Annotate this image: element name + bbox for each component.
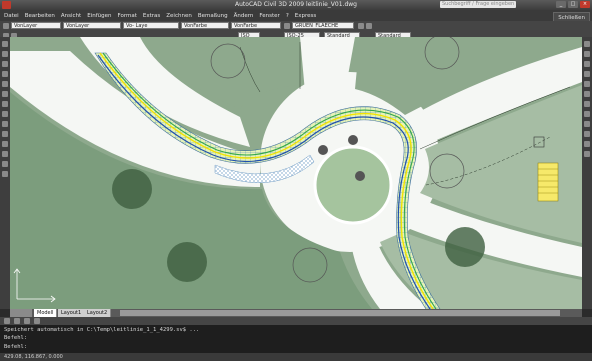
menu-extras[interactable]: Extras bbox=[143, 13, 160, 19]
command-history-line-1: Speichert automatisch in C:\Temp\leitlin… bbox=[4, 327, 200, 333]
status-bar: 429.08, 116.867, 0.000 bbox=[0, 353, 592, 361]
menu-hilfe[interactable]: ? bbox=[286, 13, 289, 19]
help-search-input[interactable]: Suchbegriff / Frage eingeben bbox=[440, 1, 516, 8]
drawing-canvas[interactable] bbox=[10, 37, 582, 309]
menu-express[interactable]: Express bbox=[295, 13, 316, 19]
tree-dark bbox=[445, 227, 485, 267]
menu-einfuegen[interactable]: Einfügen bbox=[87, 13, 111, 19]
bottom-toolbar bbox=[0, 317, 592, 325]
title-bar: AutoCAD Civil 3D 2009 leitlinie_V01.dwg … bbox=[0, 0, 592, 10]
arc-icon[interactable] bbox=[2, 81, 8, 87]
command-history-line-2: Befehl: bbox=[4, 335, 28, 341]
menu-zeichnen[interactable]: Zeichnen bbox=[166, 13, 192, 19]
current-layer-combo[interactable]: GRUEN_FLAECHE bbox=[292, 22, 354, 29]
lineweight-combo[interactable]: Vo- Laye bbox=[123, 22, 179, 29]
tab-modell[interactable]: Modell bbox=[34, 309, 58, 317]
tab-navigation-arrows[interactable] bbox=[10, 309, 32, 317]
circle-icon[interactable] bbox=[2, 91, 8, 97]
tree-dark bbox=[112, 169, 152, 209]
linear-dimension-icon[interactable] bbox=[14, 318, 20, 324]
array-icon[interactable] bbox=[584, 81, 590, 87]
copy-icon[interactable] bbox=[584, 51, 590, 57]
layout-tabs-bar: Modell Layout1 Layout2 bbox=[10, 309, 582, 317]
tab-layout1[interactable]: Layout1 bbox=[58, 309, 86, 317]
radius-dimension-icon[interactable] bbox=[34, 318, 40, 324]
trim-icon[interactable] bbox=[584, 131, 590, 137]
command-line[interactable]: Speichert automatisch in C:\Temp\leitlin… bbox=[0, 325, 592, 353]
rock bbox=[348, 135, 358, 145]
region-icon[interactable] bbox=[2, 151, 8, 157]
block-icon[interactable] bbox=[2, 121, 8, 127]
menu-bearbeiten[interactable]: Bearbeiten bbox=[25, 13, 55, 19]
hatch-icon[interactable] bbox=[2, 141, 8, 147]
layer-manager-icon[interactable] bbox=[3, 23, 9, 29]
layer-combo[interactable]: VonLayer bbox=[11, 22, 61, 29]
polyline-icon[interactable] bbox=[2, 51, 8, 57]
offset-icon[interactable] bbox=[584, 71, 590, 77]
fillet-icon[interactable] bbox=[584, 151, 590, 157]
polygon-icon[interactable] bbox=[2, 61, 8, 67]
coordinate-readout: 429.08, 116.867, 0.000 bbox=[4, 354, 63, 360]
line-icon[interactable] bbox=[2, 41, 8, 47]
menu-datei[interactable]: Datei bbox=[4, 13, 19, 19]
mirror-icon[interactable] bbox=[584, 61, 590, 67]
menu-format[interactable]: Format bbox=[118, 13, 137, 19]
window-controls: _ □ × bbox=[556, 1, 590, 8]
move-icon[interactable] bbox=[584, 91, 590, 97]
erase-icon[interactable] bbox=[584, 41, 590, 47]
spline-icon[interactable] bbox=[2, 101, 8, 107]
scale-icon[interactable] bbox=[584, 111, 590, 117]
tab-layout2[interactable]: Layout2 bbox=[84, 309, 112, 317]
parking-bay bbox=[537, 162, 559, 202]
command-prompt[interactable]: Befehl: bbox=[4, 344, 27, 350]
rectangle-icon[interactable] bbox=[2, 71, 8, 77]
layer-state-icon[interactable] bbox=[366, 23, 372, 29]
plotstyle-combo[interactable]: VonFarbe bbox=[231, 22, 281, 29]
layer-previous-icon[interactable] bbox=[358, 23, 364, 29]
menu-aendern[interactable]: Ändern bbox=[234, 13, 254, 19]
modify-toolbar bbox=[582, 37, 592, 309]
dimension-icon[interactable] bbox=[4, 318, 10, 324]
rotate-icon[interactable] bbox=[584, 101, 590, 107]
extend-icon[interactable] bbox=[584, 141, 590, 147]
menu-ansicht[interactable]: Ansicht bbox=[61, 13, 81, 19]
roundabout-center-island bbox=[313, 145, 393, 225]
horizontal-scrollbar[interactable] bbox=[120, 310, 560, 316]
linetype-combo[interactable]: VonLayer bbox=[63, 22, 121, 29]
rock bbox=[318, 145, 328, 155]
color-combo[interactable]: VonFarbe bbox=[181, 22, 229, 29]
rock bbox=[355, 171, 365, 181]
close-button[interactable]: × bbox=[580, 1, 590, 8]
mtext-icon[interactable] bbox=[2, 171, 8, 177]
aligned-dimension-icon[interactable] bbox=[24, 318, 30, 324]
tree-dark bbox=[167, 242, 207, 282]
stretch-icon[interactable] bbox=[584, 121, 590, 127]
ellipse-icon[interactable] bbox=[2, 111, 8, 117]
menu-bemassung[interactable]: Bemaßung bbox=[198, 13, 228, 19]
minimize-button[interactable]: _ bbox=[556, 1, 566, 8]
point-icon[interactable] bbox=[2, 131, 8, 137]
menu-bar: Datei Bearbeiten Ansicht Einfügen Format… bbox=[0, 10, 592, 21]
menu-fenster[interactable]: Fenster bbox=[259, 13, 279, 19]
maximize-button[interactable]: □ bbox=[568, 1, 578, 8]
lightbulb-icon[interactable] bbox=[284, 23, 290, 29]
table-icon[interactable] bbox=[2, 161, 8, 167]
draw-toolbar bbox=[0, 37, 10, 309]
